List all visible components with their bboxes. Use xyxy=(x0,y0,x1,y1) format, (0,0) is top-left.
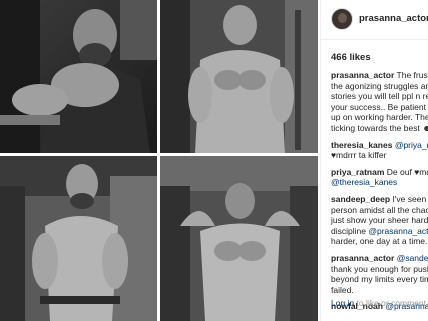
profile-avatar[interactable] xyxy=(331,8,353,30)
comment-text: mdrr xyxy=(419,166,428,177)
comment-text: failed. xyxy=(331,284,354,295)
comment-author[interactable]: prasanna_actor xyxy=(331,70,394,80)
gym-photo-side-pose-image xyxy=(0,156,157,321)
comment-author[interactable]: sandeep_deep xyxy=(331,194,390,204)
comment-text: just show your sheer hard w xyxy=(331,215,428,226)
comment-item: priya_ratnam De ouf ♥mdrr @theresia_kane… xyxy=(331,167,428,188)
comment-item: sandeep_deep I've seen you person amidst… xyxy=(331,194,428,247)
comment-text: person amidst all the chaos xyxy=(331,204,428,215)
login-text: to like or comment. xyxy=(356,298,428,308)
comment-author[interactable]: prasanna_actor xyxy=(331,253,394,263)
likes-count[interactable]: 466 likes xyxy=(331,52,371,63)
comment-text: the agonizing struggles are xyxy=(331,80,428,91)
comment-text: ticking towards the best xyxy=(331,122,420,133)
comment-text: I've seen you xyxy=(392,193,428,204)
comment-text: beyond my limits every time xyxy=(331,274,428,285)
login-link[interactable]: Log in xyxy=(331,298,354,308)
gym-photo-side-pose[interactable] xyxy=(0,156,157,321)
gym-photo-arm-curl-image xyxy=(0,0,157,153)
photo-collage xyxy=(0,0,318,321)
login-prompt: Log in to like or comment. xyxy=(331,298,428,308)
mention-link[interactable]: @theresia_kanes xyxy=(331,177,397,187)
mention-link[interactable]: @sandeep_ xyxy=(397,253,428,263)
gym-photo-double-biceps[interactable] xyxy=(160,156,318,321)
comment-text: mdrrr ta kiffer xyxy=(336,150,387,161)
comment-item: prasanna_actor @sandeep_ thank you enoug… xyxy=(331,253,428,295)
post-header: prasanna_actor xyxy=(321,0,428,40)
mention-link[interactable]: @priya_ratna xyxy=(395,140,428,150)
comment-text: discipline xyxy=(331,225,366,236)
comment-item: prasanna_actor The frustratio the agoniz… xyxy=(331,70,428,134)
comment-text: harder, one day at a time. xyxy=(331,236,428,247)
comment-item: theresia_kanes @priya_ratna ♥mdrrr ta ki… xyxy=(331,140,428,161)
gym-photo-arm-curl[interactable] xyxy=(0,0,157,153)
post-panel: prasanna_actor 466 likes prasanna_actor … xyxy=(320,0,428,321)
comment-text: De ouf xyxy=(386,166,412,177)
comment-text: The frustratio xyxy=(396,70,428,80)
post-username[interactable]: prasanna_actor xyxy=(359,13,428,24)
comment-text: thank you enough for pushi xyxy=(331,263,428,274)
gym-photo-front-pose-image xyxy=(160,0,318,153)
emoji-icon: ☻ xyxy=(422,123,428,133)
comment-text: stories you will tell ppl n rejo xyxy=(331,91,428,102)
comment-text: your success.. Be patient an xyxy=(331,101,428,112)
gym-photo-front-pose[interactable] xyxy=(160,0,318,153)
comment-author[interactable]: priya_ratnam xyxy=(331,167,384,177)
comment-text: up on working harder. The ti xyxy=(331,112,428,123)
mention-link[interactable]: @prasanna_actor xyxy=(368,226,428,236)
comment-author[interactable]: theresia_kanes xyxy=(331,140,392,150)
gym-photo-double-biceps-image xyxy=(160,156,318,321)
comment-list: prasanna_actor The frustratio the agoniz… xyxy=(331,70,428,318)
